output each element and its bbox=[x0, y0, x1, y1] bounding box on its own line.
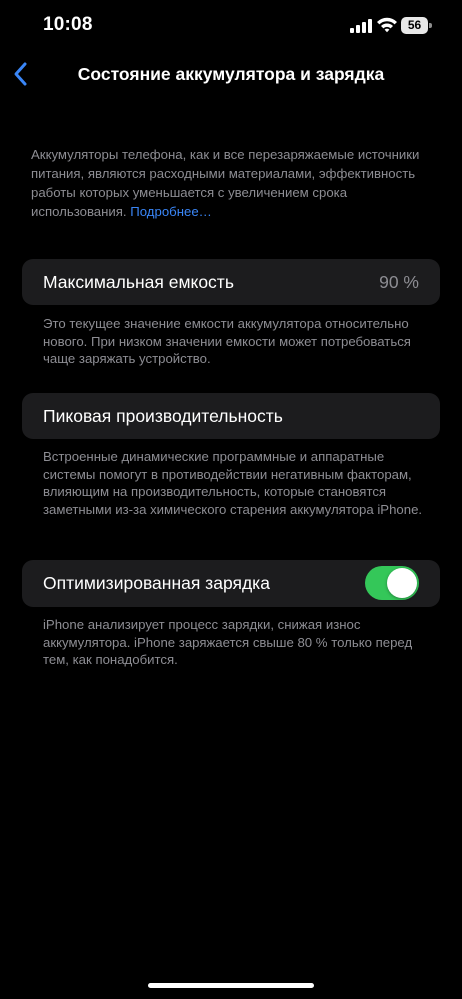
cellular-signal-icon bbox=[350, 19, 372, 33]
optimized-charging-row: Оптимизированная зарядка bbox=[22, 560, 440, 607]
wifi-icon bbox=[376, 16, 398, 33]
home-indicator[interactable] bbox=[148, 983, 314, 988]
peak-performance-footnote: Встроенные динамические программные и ап… bbox=[43, 449, 423, 517]
optimized-charging-footnote: iPhone анализирует процесс зарядки, сниж… bbox=[43, 617, 413, 667]
status-bar: 10:08 56 bbox=[0, 0, 462, 52]
peak-performance-label: Пиковая производительность bbox=[43, 406, 283, 426]
battery-icon: 56 bbox=[401, 17, 432, 34]
intro-description: Аккумуляторы телефона, как и все перезар… bbox=[31, 145, 435, 221]
max-capacity-row: Максимальная емкость 90 % bbox=[22, 259, 440, 305]
battery-level: 56 bbox=[401, 17, 428, 34]
optimized-charging-toggle[interactable] bbox=[365, 566, 419, 600]
page-title: Состояние аккумулятора и зарядка bbox=[77, 64, 385, 84]
intro-text: Аккумуляторы телефона, как и все перезар… bbox=[31, 147, 420, 219]
toggle-knob bbox=[387, 568, 417, 598]
max-capacity-value: 90 % bbox=[379, 272, 419, 292]
peak-performance-row: Пиковая производительность bbox=[22, 393, 440, 439]
learn-more-link[interactable]: Подробнее… bbox=[130, 204, 212, 219]
max-capacity-label: Максимальная емкость bbox=[43, 272, 234, 292]
status-time: 10:08 bbox=[43, 14, 93, 35]
optimized-charging-label: Оптимизированная зарядка bbox=[43, 573, 270, 593]
max-capacity-footnote: Это текущее значение емкости аккумулятор… bbox=[43, 316, 411, 366]
